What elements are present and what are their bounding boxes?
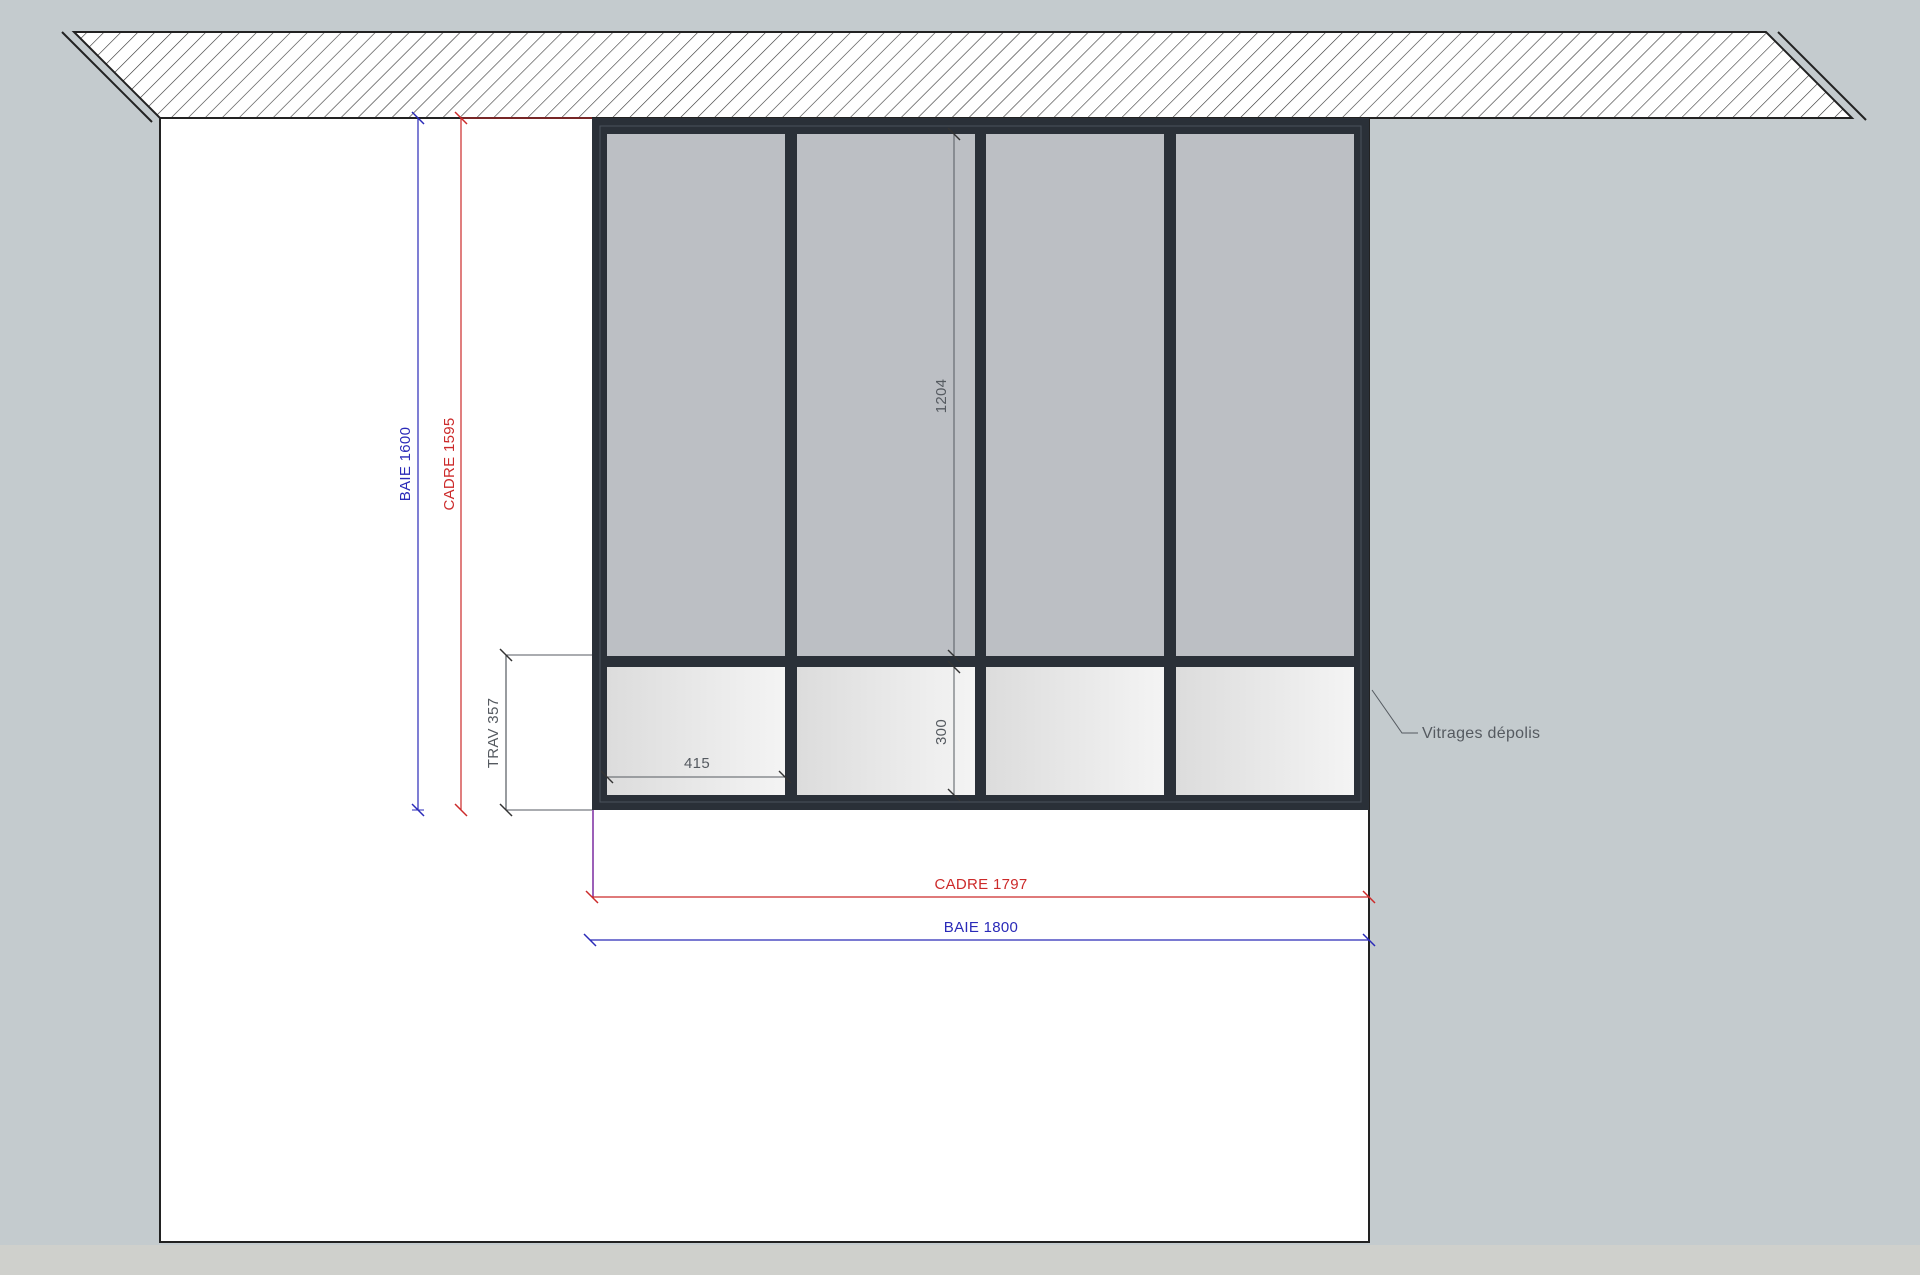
- label-cadre-width: CADRE 1797: [934, 876, 1027, 893]
- lower-pane-3: [986, 667, 1164, 795]
- lower-pane-1: [607, 667, 785, 795]
- label-pane-width: 415: [684, 755, 710, 772]
- callout-frosted-glass: Vitrages dépolis: [1371, 689, 1540, 742]
- label-baie-width: BAIE 1800: [944, 919, 1018, 936]
- label-cadre-height: CADRE 1595: [441, 417, 458, 510]
- glazed-partition: [592, 118, 1369, 810]
- label-upper-pane-height: 1204: [933, 379, 950, 414]
- upper-pane-1: [607, 134, 785, 656]
- label-baie-height: BAIE 1600: [397, 427, 414, 501]
- ceiling-slab: [71, 31, 1855, 119]
- callout-label: Vitrages dépolis: [1422, 725, 1540, 742]
- elevation-drawing: BAIE 1600 CADRE 1595 TRAV 357 1204 300 4: [0, 31, 1920, 1275]
- label-lower-pane-height: 300: [933, 719, 950, 745]
- lower-pane-4: [1176, 667, 1354, 795]
- label-trav-height: TRAV 357: [485, 698, 502, 769]
- floor: [0, 1245, 1920, 1275]
- upper-pane-3: [986, 134, 1164, 656]
- upper-pane-4: [1176, 134, 1354, 656]
